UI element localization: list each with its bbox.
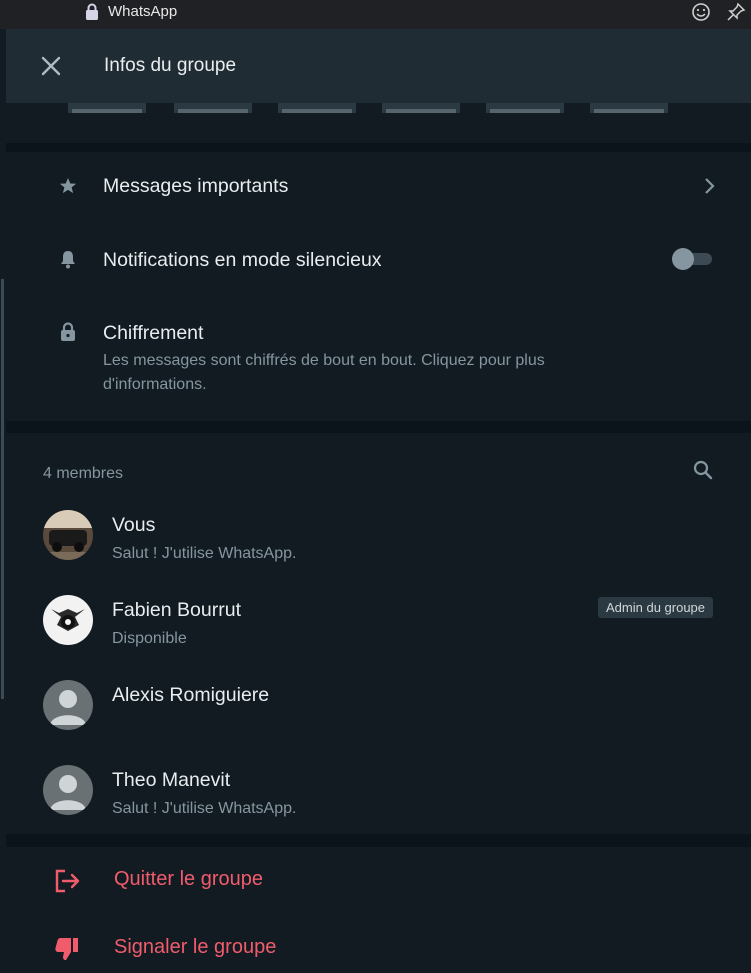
chevron-right-icon [703, 176, 717, 201]
admin-badge: Admin du groupe [598, 597, 714, 618]
media-strip [6, 103, 751, 143]
starred-messages-row[interactable]: Messages importants [6, 152, 751, 222]
member-status: Salut ! J'utilise WhatsApp. [112, 800, 297, 817]
media-thumbnail[interactable] [382, 103, 460, 113]
member-row[interactable]: Vous Salut ! J'utilise WhatsApp. [6, 510, 751, 594]
panel-header: Infos du groupe [6, 29, 751, 103]
mute-toggle[interactable] [672, 248, 714, 270]
report-group-button[interactable]: Signaler le groupe [114, 936, 276, 959]
avatar [43, 510, 93, 560]
member-status: Disponible [112, 630, 187, 647]
encryption-description: Les messages sont chiffrés de bout en bo… [103, 352, 545, 369]
encryption-description: d'informations. [103, 376, 207, 393]
panel-title: Infos du groupe [104, 55, 237, 76]
mute-notifications-row: Notifications en mode silencieux [6, 227, 751, 297]
media-thumbnail[interactable] [486, 103, 564, 113]
media-thumbnail[interactable] [68, 103, 146, 113]
avatar [43, 680, 93, 730]
bell-icon [59, 249, 77, 274]
close-icon[interactable] [39, 54, 63, 83]
avatar [43, 595, 93, 645]
app-name: WhatsApp [108, 3, 178, 20]
member-row[interactable]: Theo Manevit Salut ! J'utilise WhatsApp. [6, 765, 751, 849]
scrollbar[interactable] [1, 279, 4, 699]
media-thumbnail[interactable] [174, 103, 252, 113]
media-thumbnail[interactable] [278, 103, 356, 113]
starred-messages-label: Messages importants [103, 175, 289, 197]
thumbs-down-icon[interactable] [53, 935, 81, 968]
member-status: Salut ! J'utilise WhatsApp. [112, 545, 297, 562]
pin-icon[interactable] [725, 1, 747, 28]
leave-group-button[interactable]: Quitter le groupe [114, 868, 263, 891]
toggle-knob [672, 248, 694, 270]
member-name: Vous [112, 514, 156, 536]
search-icon[interactable] [692, 459, 714, 486]
media-thumbnail[interactable] [590, 103, 668, 113]
member-name: Alexis Romiguiere [112, 684, 270, 706]
member-name: Fabien Bourrut [112, 599, 241, 621]
avatar [43, 765, 93, 815]
options-section: Messages importants Notifications en mod… [6, 152, 751, 421]
exit-icon[interactable] [53, 867, 83, 900]
actions-section: Quitter le groupe Signaler le groupe [6, 847, 751, 973]
star-icon [58, 176, 78, 201]
window-titlebar: WhatsApp [0, 0, 751, 29]
mute-notifications-label: Notifications en mode silencieux [103, 249, 382, 271]
encryption-row[interactable]: Chiffrement Les messages sont chiffrés d… [6, 302, 751, 412]
group-info-panel: Infos du groupe Messages importants Noti… [6, 29, 751, 973]
lock-icon [60, 322, 76, 347]
member-row[interactable]: Alexis Romiguiere [6, 680, 751, 764]
encryption-label: Chiffrement [103, 322, 204, 344]
emoji-icon[interactable] [690, 1, 712, 28]
member-name: Theo Manevit [112, 769, 231, 791]
lock-icon [85, 3, 99, 26]
members-count: 4 membres [43, 465, 124, 482]
